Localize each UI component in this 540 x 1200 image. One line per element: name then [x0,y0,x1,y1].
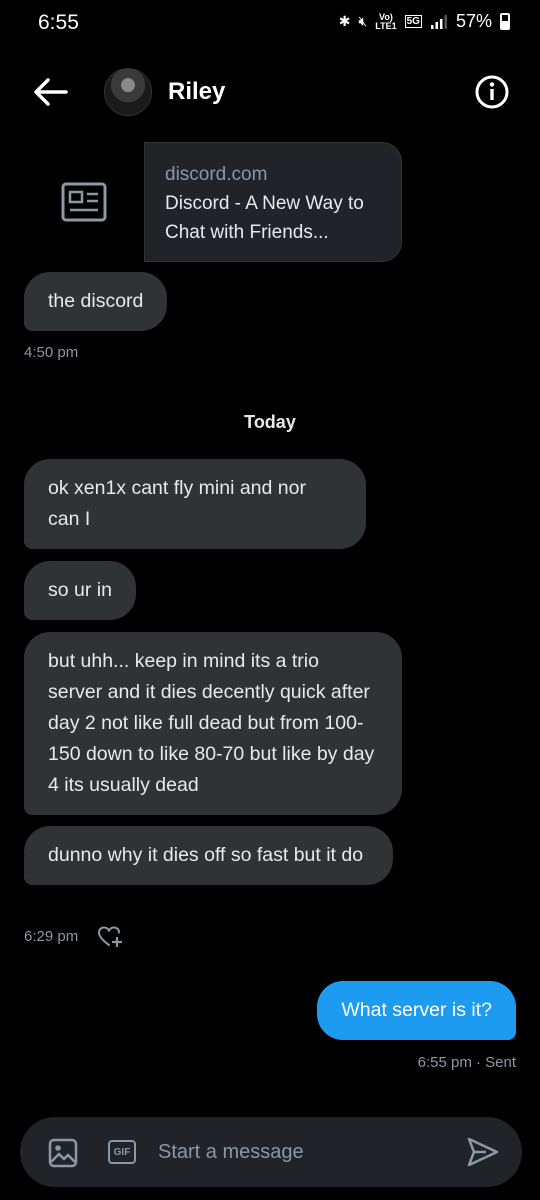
avatar[interactable] [104,68,152,116]
link-preview-card[interactable]: discord.com Discord - A New Way to Chat … [24,142,404,262]
signal-icon [430,14,447,29]
link-thumbnail [24,142,144,262]
volte-indicator: Vo) LTE1 [375,12,397,31]
add-reaction-icon[interactable] [98,926,124,948]
gif-button[interactable]: GIF [108,1140,136,1164]
message-input[interactable] [158,1135,448,1169]
status-time: 6:55 [38,11,79,34]
lte-label: LTE1 [375,20,397,31]
message-composer: GIF [20,1117,522,1187]
contact-name[interactable]: Riley [168,78,225,106]
battery-percent: 57% [455,11,492,31]
day-separator: Today [244,412,296,432]
link-title: Discord - A New Way to Chat with Friends… [165,193,364,243]
send-icon[interactable] [466,1135,500,1169]
message-bubble-incoming[interactable]: the discord [24,272,168,331]
article-icon [61,182,107,222]
status-icons: ✱ 🔇︎ Vo) LTE1 5G 57% [339,11,510,32]
link-text: discord.com Discord - A New Way to Chat … [144,142,402,262]
conversation-header: Riley [0,62,540,122]
message-bubble-incoming[interactable]: dunno why it dies off so fast but it do [24,826,393,885]
message-bubble-incoming[interactable]: so ur in [24,561,136,620]
info-icon[interactable] [474,74,510,110]
message-bubble-incoming[interactable]: but uhh... keep in mind its a trio serve… [24,632,402,815]
message-bubble-outgoing[interactable]: What server is it? [317,981,516,1040]
image-icon[interactable] [48,1138,78,1168]
message-bubble-incoming[interactable]: ok xen1x cant fly mini and nor can I [24,459,366,549]
back-arrow-icon[interactable] [30,74,70,110]
five-g-badge: 5G [404,15,422,28]
bluetooth-icon: ✱ [338,13,351,29]
message-timestamp: 4:50 pm [24,344,79,361]
battery-icon [500,13,510,30]
mute-icon: 🔇︎ [358,13,368,29]
message-status: 6:55 pm · Sent [417,1054,516,1071]
link-domain: discord.com [165,164,268,185]
status-bar: 6:55 ✱ 🔇︎ Vo) LTE1 5G 57% [0,0,540,48]
message-timestamp: 6:29 pm [24,928,79,945]
